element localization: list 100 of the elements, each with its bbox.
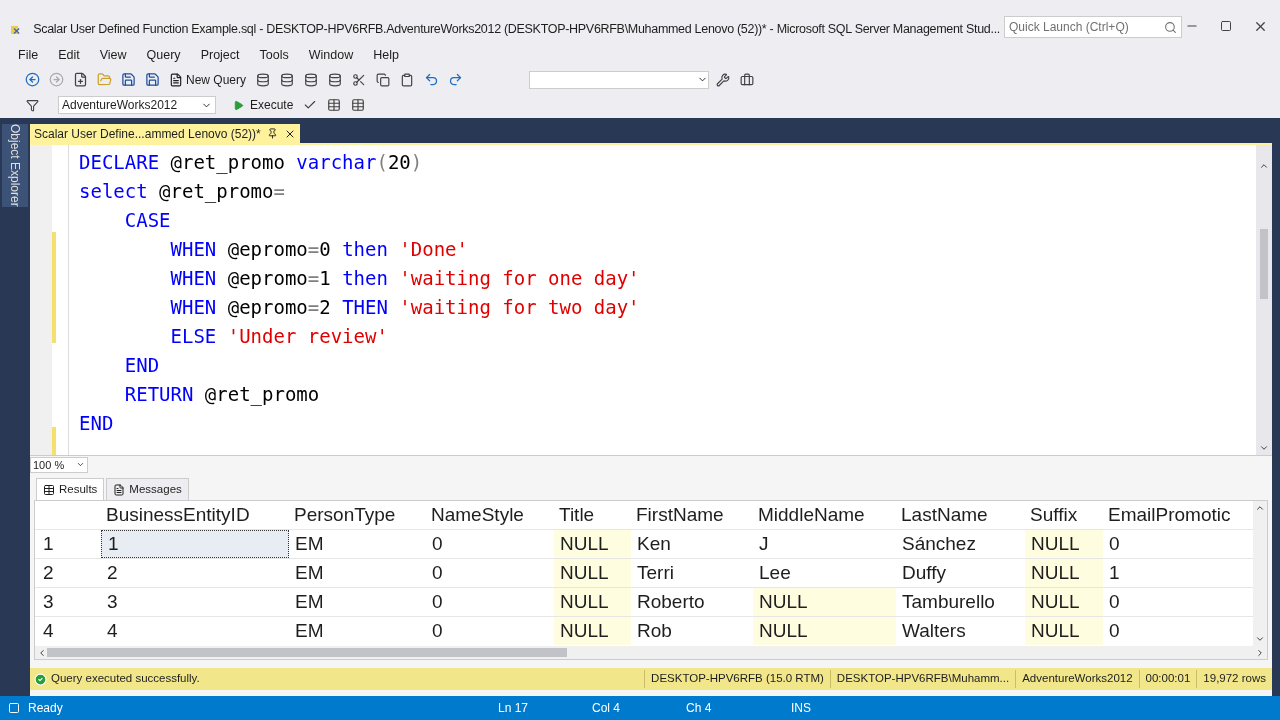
column-header[interactable]: BusinessEntityID	[101, 501, 289, 530]
result-tab[interactable]: Messages	[106, 478, 189, 500]
status-message: Query executed successfully.	[51, 671, 200, 687]
column-header[interactable]: EmailPromotic	[1103, 501, 1253, 530]
server-name: DESKTOP-HPV6RFB (15.0 RTM)	[644, 670, 830, 688]
table-cell-text: Duffy	[901, 560, 947, 585]
execute-button[interactable]: Execute	[230, 96, 297, 114]
table-cell-text: 0	[1108, 618, 1121, 643]
quick-launch-field[interactable]: Quick Launch (Ctrl+Q)	[1004, 16, 1182, 38]
table-cell: NULL	[1025, 588, 1103, 616]
table-cell-text: EM	[294, 531, 325, 556]
undo-icon[interactable]	[423, 72, 439, 87]
redo-icon[interactable]	[447, 72, 463, 87]
table-cell: NULL	[1025, 559, 1103, 587]
scroll-left-icon[interactable]	[37, 647, 47, 658]
table-cell: NULL	[554, 588, 631, 616]
document-icon	[113, 483, 126, 496]
code-line: END	[79, 411, 114, 437]
back-icon[interactable]	[24, 72, 40, 87]
table-cell-text: 2	[106, 560, 119, 585]
scrollbar-thumb[interactable]	[1260, 228, 1268, 299]
column-header[interactable]: Suffix	[1025, 501, 1103, 530]
table-cell: 1	[101, 530, 289, 558]
insert-mode: INS	[791, 700, 811, 717]
table-cell-text: Rob	[636, 618, 673, 643]
database-icon[interactable]	[256, 72, 271, 87]
search-combo-field[interactable]	[529, 70, 710, 89]
database-name: AdventureWorks2012	[1015, 670, 1139, 688]
menu-item[interactable]: Window	[298, 46, 364, 65]
tab-title: Scalar User Define...ammed Lenovo (52))*	[34, 125, 261, 143]
scroll-down-icon[interactable]	[1255, 634, 1265, 644]
code-line: WHEN @epromo=0 then 'Done'	[169, 237, 468, 263]
zoom-select[interactable]: 100 %	[30, 456, 88, 473]
user-name: DESKTOP-HPV6RFB\Muhamm...	[829, 670, 1016, 688]
status-text: Ready	[28, 700, 64, 717]
column-header[interactable]: FirstName	[631, 501, 753, 530]
new-query-button[interactable]: New Query	[166, 70, 250, 89]
save-icon[interactable]	[120, 72, 136, 87]
scrollbar-thumb[interactable]	[47, 648, 567, 657]
code-line: DECLARE @ret_promo varchar(20)	[79, 150, 423, 176]
menu-item[interactable]: Project	[190, 46, 250, 65]
code-line: WHEN @epromo=2 THEN 'waiting for two day'	[169, 295, 640, 321]
column-header[interactable]: PersonType	[289, 501, 426, 530]
scroll-right-icon[interactable]	[1255, 647, 1265, 658]
wrench-icon[interactable]	[716, 72, 731, 87]
filter-icon[interactable]	[25, 98, 39, 112]
menu-item[interactable]: Tools	[249, 46, 299, 65]
table-icon[interactable]	[351, 98, 366, 112]
object-explorer-tab[interactable]: Object Explorer	[2, 124, 28, 207]
copy-icon[interactable]	[376, 72, 391, 87]
pin-icon[interactable]	[266, 128, 278, 139]
table-cell: NULL	[753, 588, 896, 616]
check-icon[interactable]	[303, 98, 318, 112]
save-all-icon[interactable]	[144, 72, 160, 87]
database-select[interactable]: AdventureWorks2012	[58, 96, 216, 114]
result-tab[interactable]: Results	[36, 478, 105, 500]
menu-item[interactable]: View	[89, 46, 137, 65]
document-tab[interactable]: Scalar User Define...ammed Lenovo (52))*	[30, 124, 300, 144]
search-icon	[1164, 20, 1177, 34]
row-number: 3	[42, 589, 55, 614]
elapsed-time: 00:00:01	[1138, 670, 1197, 688]
play-icon	[233, 99, 244, 111]
grid-vertical-scrollbar[interactable]	[1253, 501, 1267, 646]
table-cell: NULL	[1025, 617, 1103, 645]
code-line: WHEN @epromo=1 then 'waiting for one day'	[169, 266, 640, 292]
menu-item[interactable]: Query	[136, 46, 191, 65]
maximize-icon[interactable]	[1220, 20, 1232, 32]
new-file-icon[interactable]	[72, 72, 88, 87]
table-cell-text: 1	[1108, 560, 1121, 585]
database-icon[interactable]	[328, 72, 343, 87]
database-icon[interactable]	[304, 72, 319, 87]
toolbox-icon[interactable]	[740, 72, 755, 87]
row-number: 4	[42, 618, 55, 643]
database-icon[interactable]	[280, 72, 295, 87]
table-cell: NULL	[554, 617, 631, 645]
menu-item[interactable]: File	[8, 46, 49, 65]
line-indicator: Ln 17	[498, 700, 530, 717]
table-cell-text: Sánchez	[901, 531, 977, 556]
table-cell-text: 0	[431, 618, 444, 643]
cut-icon[interactable]	[352, 72, 367, 87]
char-indicator: Ch 4	[686, 700, 713, 717]
column-header[interactable]: LastName	[896, 501, 1025, 530]
ready-icon	[8, 702, 20, 714]
column-header[interactable]: Title	[554, 501, 631, 530]
code-line: select @ret_promo=	[79, 179, 285, 205]
column-header[interactable]: NameStyle	[426, 501, 554, 530]
menu-item[interactable]: Help	[363, 46, 409, 65]
table-cell-text: J	[758, 531, 770, 556]
table-cell-text: Lee	[758, 560, 792, 585]
table-icon[interactable]	[327, 98, 342, 112]
horizontal-scrollbar[interactable]	[35, 646, 1267, 659]
table-cell-text: Ken	[636, 531, 672, 556]
menu-item[interactable]: Edit	[48, 46, 90, 65]
paste-icon[interactable]	[400, 72, 415, 87]
table-cell-text: EM	[294, 560, 325, 585]
vertical-scrollbar[interactable]	[1256, 144, 1272, 455]
table-cell-text: 0	[431, 560, 444, 585]
column-header[interactable]: MiddleName	[753, 501, 896, 530]
table-cell: NULL	[554, 530, 631, 558]
scroll-up-icon[interactable]	[1255, 503, 1265, 513]
